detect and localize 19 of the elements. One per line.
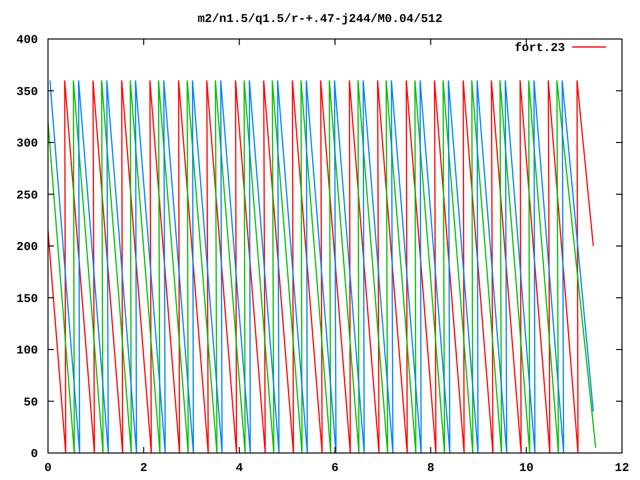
legend-line [572,46,606,48]
axis-tick-label: 350 [16,84,38,99]
axis-tick-label: 200 [16,240,38,254]
axis-tick-label: 250 [16,188,38,202]
legend-label: fort.23 [514,41,565,55]
axis-tick-label: 12 [614,461,630,475]
axis-tick-label: 400 [16,33,38,47]
axis-tick-label: 2 [140,461,148,475]
axis-tick-label: 4 [236,461,243,475]
axis-tick-label: 150 [16,292,38,306]
axis-tick-label: 50 [24,395,38,410]
axis-tick-label: 10 [519,461,534,475]
axis-tick-label: 6 [331,461,339,475]
axis-tick-label: 0 [44,461,52,475]
axis-tick-label: 0 [30,447,38,461]
axis-tick-label: 300 [16,136,38,150]
axis-tick-label: 100 [16,344,38,358]
chart-title: m2/n1.5/q1.5/r-+.47-j244/M0.04/512 [198,12,442,26]
axis-tick-label: 8 [427,461,434,475]
